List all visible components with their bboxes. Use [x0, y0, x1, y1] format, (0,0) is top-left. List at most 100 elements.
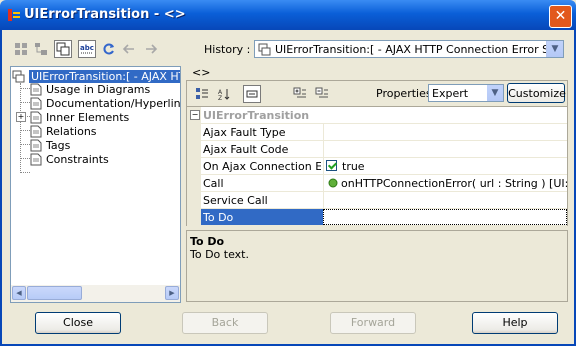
close-button[interactable]: Close [35, 312, 121, 334]
property-name: Service Call [203, 194, 268, 207]
category-row[interactable]: − UIErrorTransition [187, 107, 567, 124]
call-value: onHTTPConnectionError( url : String ) [U… [341, 177, 567, 190]
tree-item-label: Constraints [46, 152, 109, 166]
tree-item-usage-in-diagrams[interactable]: Usage in Diagrams [30, 82, 150, 96]
tree-item-label: Tags [46, 138, 71, 152]
row-gutter [187, 124, 201, 140]
properties-tab[interactable]: <> [192, 66, 210, 79]
abc-sort-icon[interactable]: abc [78, 40, 96, 58]
svg-text:Z: Z [218, 95, 222, 101]
property-row-ajax-fault-code[interactable]: Ajax Fault Code [187, 141, 567, 158]
tree-connector [20, 130, 30, 131]
property-value[interactable] [323, 124, 567, 140]
property-row-on-ajax-connection-error[interactable]: On Ajax Connection Er... true [187, 158, 567, 175]
row-gutter [187, 141, 201, 157]
back-arrow-icon[interactable] [120, 40, 138, 58]
history-label: History : [204, 43, 251, 56]
property-name: Ajax Fault Code [203, 143, 289, 156]
tree-view-icon[interactable] [54, 40, 72, 58]
hierarchy-icon[interactable] [32, 40, 50, 58]
tree-connector [20, 144, 30, 145]
operation-icon [328, 178, 338, 188]
transition-icon [8, 9, 20, 21]
scroll-left-icon[interactable]: ◀ [12, 286, 26, 300]
property-row-call[interactable]: Call onHTTPConnectionError( url : String… [187, 175, 567, 192]
tree-item-label: UIErrorTransition:[ - AJAX HTT [29, 69, 180, 83]
expand-all-icon[interactable] [291, 85, 309, 103]
element-tree[interactable]: UIErrorTransition:[ - AJAX HTT Usage in … [10, 66, 181, 303]
chevron-down-icon[interactable]: ▼ [487, 85, 503, 101]
window-close-button[interactable]: ✕ [549, 5, 572, 28]
forward-button[interactable]: Forward [330, 312, 416, 334]
page-icon [30, 111, 42, 123]
tree-item-constraints[interactable]: Constraints [30, 152, 109, 166]
categorized-icon[interactable] [193, 85, 211, 103]
history-value: UIErrorTransition:[ - AJAX HTTP Connecti… [275, 43, 564, 56]
property-name: On Ajax Connection Er... [203, 160, 321, 173]
property-value[interactable]: onHTTPConnectionError( url : String ) [U… [323, 175, 567, 191]
checkbox-checked[interactable] [326, 160, 337, 171]
help-button[interactable]: Help [472, 312, 558, 334]
scroll-thumb[interactable] [27, 286, 82, 300]
window-title: UIErrorTransition - <> [24, 7, 186, 22]
property-name: To Do [203, 211, 234, 224]
tree-item-label: Relations [46, 124, 97, 138]
back-button[interactable]: Back [182, 312, 268, 334]
history-dropdown[interactable]: UIErrorTransition:[ - AJAX HTTP Connecti… [254, 40, 564, 58]
svg-text:abc: abc [80, 44, 94, 52]
customize-button[interactable]: Customize [507, 83, 566, 103]
tree-connector [20, 172, 30, 173]
forward-arrow-icon[interactable] [142, 40, 160, 58]
tree-item-label: Usage in Diagrams [46, 82, 151, 96]
description-toggle-icon[interactable] [243, 85, 261, 103]
expand-plus-icon[interactable]: + [16, 112, 26, 122]
navigation-toolbar: abc History : UIErrorTransition:[ - AJAX… [10, 37, 568, 63]
property-name: Ajax Fault Type [203, 126, 286, 139]
tree-horizontal-scrollbar[interactable]: ◀ ▶ [11, 285, 180, 302]
property-row-ajax-fault-type[interactable]: Ajax Fault Type [187, 124, 567, 141]
title-bar: UIErrorTransition - <> ✕ [0, 0, 576, 30]
property-row-service-call[interactable]: Service Call [187, 192, 567, 209]
row-gutter [187, 158, 201, 174]
chevron-down-icon[interactable]: ▼ [546, 41, 563, 57]
refresh-icon[interactable] [100, 40, 118, 58]
tree-connector [20, 88, 30, 89]
page-icon [30, 83, 42, 95]
sort-alpha-icon[interactable]: AZ [215, 85, 233, 103]
page-icon [30, 97, 42, 109]
property-row-to-do[interactable]: To Do [187, 209, 567, 226]
property-grid[interactable]: − UIErrorTransition Ajax Fault Type Ajax… [186, 106, 568, 226]
row-gutter [187, 209, 201, 225]
collapse-all-icon[interactable] [313, 85, 331, 103]
customize-label: Customize [508, 86, 566, 100]
description-title: To Do [190, 235, 225, 248]
properties-mode-dropdown[interactable]: Expert ▼ [428, 84, 504, 102]
description-text: To Do text. [190, 248, 249, 261]
property-value-checkbox[interactable]: true [323, 158, 567, 174]
scroll-right-icon[interactable]: ▶ [165, 286, 179, 300]
property-value[interactable] [323, 192, 567, 208]
page-icon [30, 139, 42, 151]
tree-item-label: Documentation/Hyperlinks [46, 96, 181, 110]
row-gutter [187, 192, 201, 208]
category-label: UIErrorTransition [203, 109, 310, 122]
tree-item-relations[interactable]: Relations [30, 124, 97, 138]
grid-icon[interactable] [12, 40, 30, 58]
property-value[interactable] [323, 141, 567, 157]
property-value[interactable] [323, 209, 567, 225]
tree-connector [20, 158, 30, 159]
page-icon [30, 125, 42, 137]
tree-item-root[interactable]: UIErrorTransition:[ - AJAX HTT [12, 69, 180, 83]
properties-mode-label: Properties: [376, 87, 436, 100]
tree-item-label: Inner Elements [46, 110, 130, 124]
description-panel: To Do To Do text. [186, 230, 568, 302]
tree-item-tags[interactable]: Tags [30, 138, 70, 152]
tree-item-documentation[interactable]: Documentation/Hyperlinks [30, 96, 181, 110]
element-icon [12, 70, 25, 82]
checkbox-label: true [342, 160, 365, 173]
tree-item-inner-elements[interactable]: Inner Elements [30, 110, 129, 124]
collapse-minus-icon[interactable]: − [190, 110, 200, 120]
page-icon [30, 153, 42, 165]
properties-pane: <> AZ Properties: Expert ▼ Customize − U… [186, 66, 568, 303]
element-icon [258, 43, 271, 56]
